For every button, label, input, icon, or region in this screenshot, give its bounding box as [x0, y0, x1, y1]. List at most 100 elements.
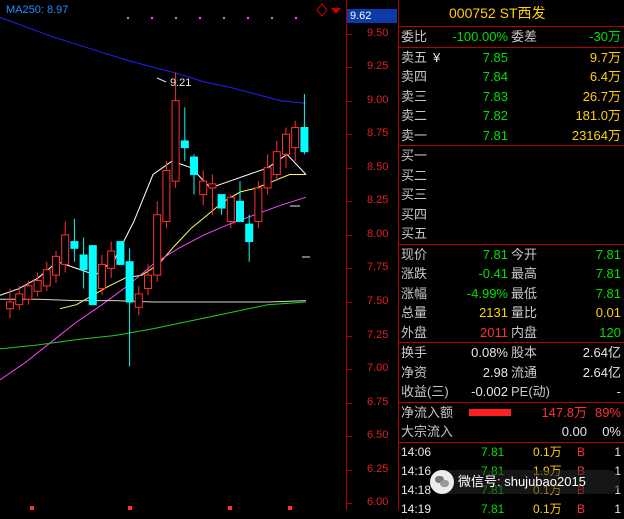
candle-body	[42, 269, 51, 287]
candle-body	[61, 234, 70, 265]
price-axis: 9.62 9.50 9.25 9.00 8.75 8.50 8.25 8.00 7.75 7.5…	[346, 0, 399, 510]
high-annotation: 9.21	[170, 77, 191, 89]
bid-row[interactable]: 买四	[399, 205, 624, 225]
fund-label: 收益(三)	[401, 384, 449, 399]
bid-row[interactable]: 买五	[399, 224, 624, 244]
stat-label-2: 量比	[511, 305, 538, 320]
trade-price: 7.81	[481, 444, 505, 459]
ma-line-green	[0, 301, 307, 350]
nav-arrows[interactable]	[316, 3, 341, 17]
candle	[171, 72, 180, 188]
candles	[6, 72, 309, 367]
ask-row[interactable]: 卖三 7.83 26.7万	[399, 87, 624, 107]
ask-label: 卖五	[401, 49, 428, 65]
stat-row: 涨跌 -0.41 最高 7.81	[399, 264, 624, 284]
candle	[162, 161, 171, 229]
y-tick-mark	[347, 402, 352, 404]
net-inflow-value: 147.8万	[541, 404, 587, 420]
current-price-tag: 9.62	[347, 9, 397, 23]
candle	[263, 154, 272, 195]
y-tick-mark	[347, 234, 352, 236]
trade-count: 1	[614, 444, 621, 459]
trade-time: 14:06	[401, 444, 432, 459]
fund-value-2: 2.64亿	[582, 345, 621, 360]
fund-value: -0.002	[471, 384, 508, 399]
candle	[98, 255, 106, 296]
candle-body	[254, 187, 263, 222]
block-inflow-pct: 0%	[602, 424, 621, 439]
ask-row[interactable]: 卖二 7.82 181.0万	[399, 106, 624, 126]
candle	[116, 241, 125, 265]
candle-body	[300, 127, 309, 153]
candle-body	[208, 183, 217, 189]
y-tick-label: 6.25	[367, 462, 389, 475]
stat-value: 7.81	[482, 246, 508, 262]
y-tick-label: 9.00	[367, 93, 389, 106]
y-tick-label: 7.00	[367, 362, 389, 375]
ask-label: 卖二	[401, 108, 428, 123]
candle-body	[6, 301, 14, 310]
ask-price: 7.83	[482, 88, 508, 104]
fund-row: 净资 2.98 流通 2.64亿	[399, 363, 624, 383]
block-inflow-value: 0.00	[561, 424, 587, 439]
net-inflow-pct: 89%	[594, 404, 621, 420]
y-tick-label: 8.50	[367, 160, 389, 173]
ask-row[interactable]: 卖五 ¥7.85 9.7万	[399, 48, 624, 68]
fund-label-2: 流通	[511, 364, 538, 380]
candle	[180, 107, 189, 162]
candle-body	[180, 140, 189, 149]
block-inflow-label: 大宗流入	[401, 424, 454, 439]
y-tick-mark	[347, 369, 352, 371]
bid-row[interactable]: 买三	[399, 185, 624, 205]
stat-label: 现价	[401, 246, 428, 262]
y-tick-mark	[347, 134, 352, 136]
candle	[217, 194, 226, 215]
candle-body	[245, 223, 254, 243]
net-inflow-label: 净流入额	[401, 404, 454, 420]
candle-body	[272, 151, 281, 175]
fund-row: 收益(三) -0.002 PE(动) -	[399, 382, 624, 402]
candle	[153, 201, 162, 282]
candle-body	[116, 241, 125, 265]
stock-title[interactable]: 000752 ST西发	[399, 0, 624, 27]
candle	[236, 181, 244, 222]
bottom-markers	[30, 506, 292, 510]
candle-body	[33, 280, 42, 292]
y-tick-mark	[347, 167, 352, 169]
y-tick-label: 7.50	[367, 294, 389, 307]
ask-row[interactable]: 卖一 7.81 23164万	[399, 126, 624, 146]
trade-volume: 0.1万	[533, 501, 562, 516]
candle-body	[15, 293, 24, 306]
stat-row: 涨幅 -4.99% 最低 7.81	[399, 284, 624, 304]
y-tick-label: 8.00	[367, 227, 389, 240]
trade-time: 14:19	[401, 501, 432, 516]
bid-label: 买五	[401, 226, 428, 241]
ma-line-ma250	[0, 16, 307, 104]
weicha-value: -30万	[589, 29, 621, 44]
fund-value-2: -	[616, 384, 621, 399]
weicha-label: 委差	[511, 29, 538, 44]
kline-chart[interactable]: MA250: 8.97 9.21	[0, 0, 346, 510]
y-tick-mark	[347, 33, 352, 35]
bid-row[interactable]: 买一	[399, 146, 624, 166]
y-tick-mark	[347, 436, 352, 438]
y-tick-label: 9.25	[367, 60, 389, 73]
y-tick-mark	[347, 469, 352, 471]
stat-value-2: 7.81	[595, 246, 621, 262]
y-tick-mark	[347, 67, 352, 69]
ma-line-magenta	[0, 196, 307, 381]
candle	[134, 285, 143, 316]
candle-body	[88, 245, 97, 306]
quote-panel: 000752 ST西发 委比 -100.00% 委差 -30万 卖五 ¥7.85 9…	[398, 0, 624, 516]
candle	[190, 154, 198, 195]
candle-body	[190, 156, 198, 175]
stat-row: 外盘 2011 内盘 120	[399, 323, 624, 343]
stat-label: 总量	[401, 305, 428, 320]
ask-row[interactable]: 卖四 7.84 6.4万	[399, 67, 624, 87]
ask-volume: 9.7万	[589, 49, 621, 65]
fund-label: 换手	[401, 345, 428, 360]
candle	[61, 221, 70, 273]
trade-side: B	[577, 444, 586, 459]
bid-row[interactable]: 买二	[399, 166, 624, 186]
candle	[282, 127, 290, 168]
